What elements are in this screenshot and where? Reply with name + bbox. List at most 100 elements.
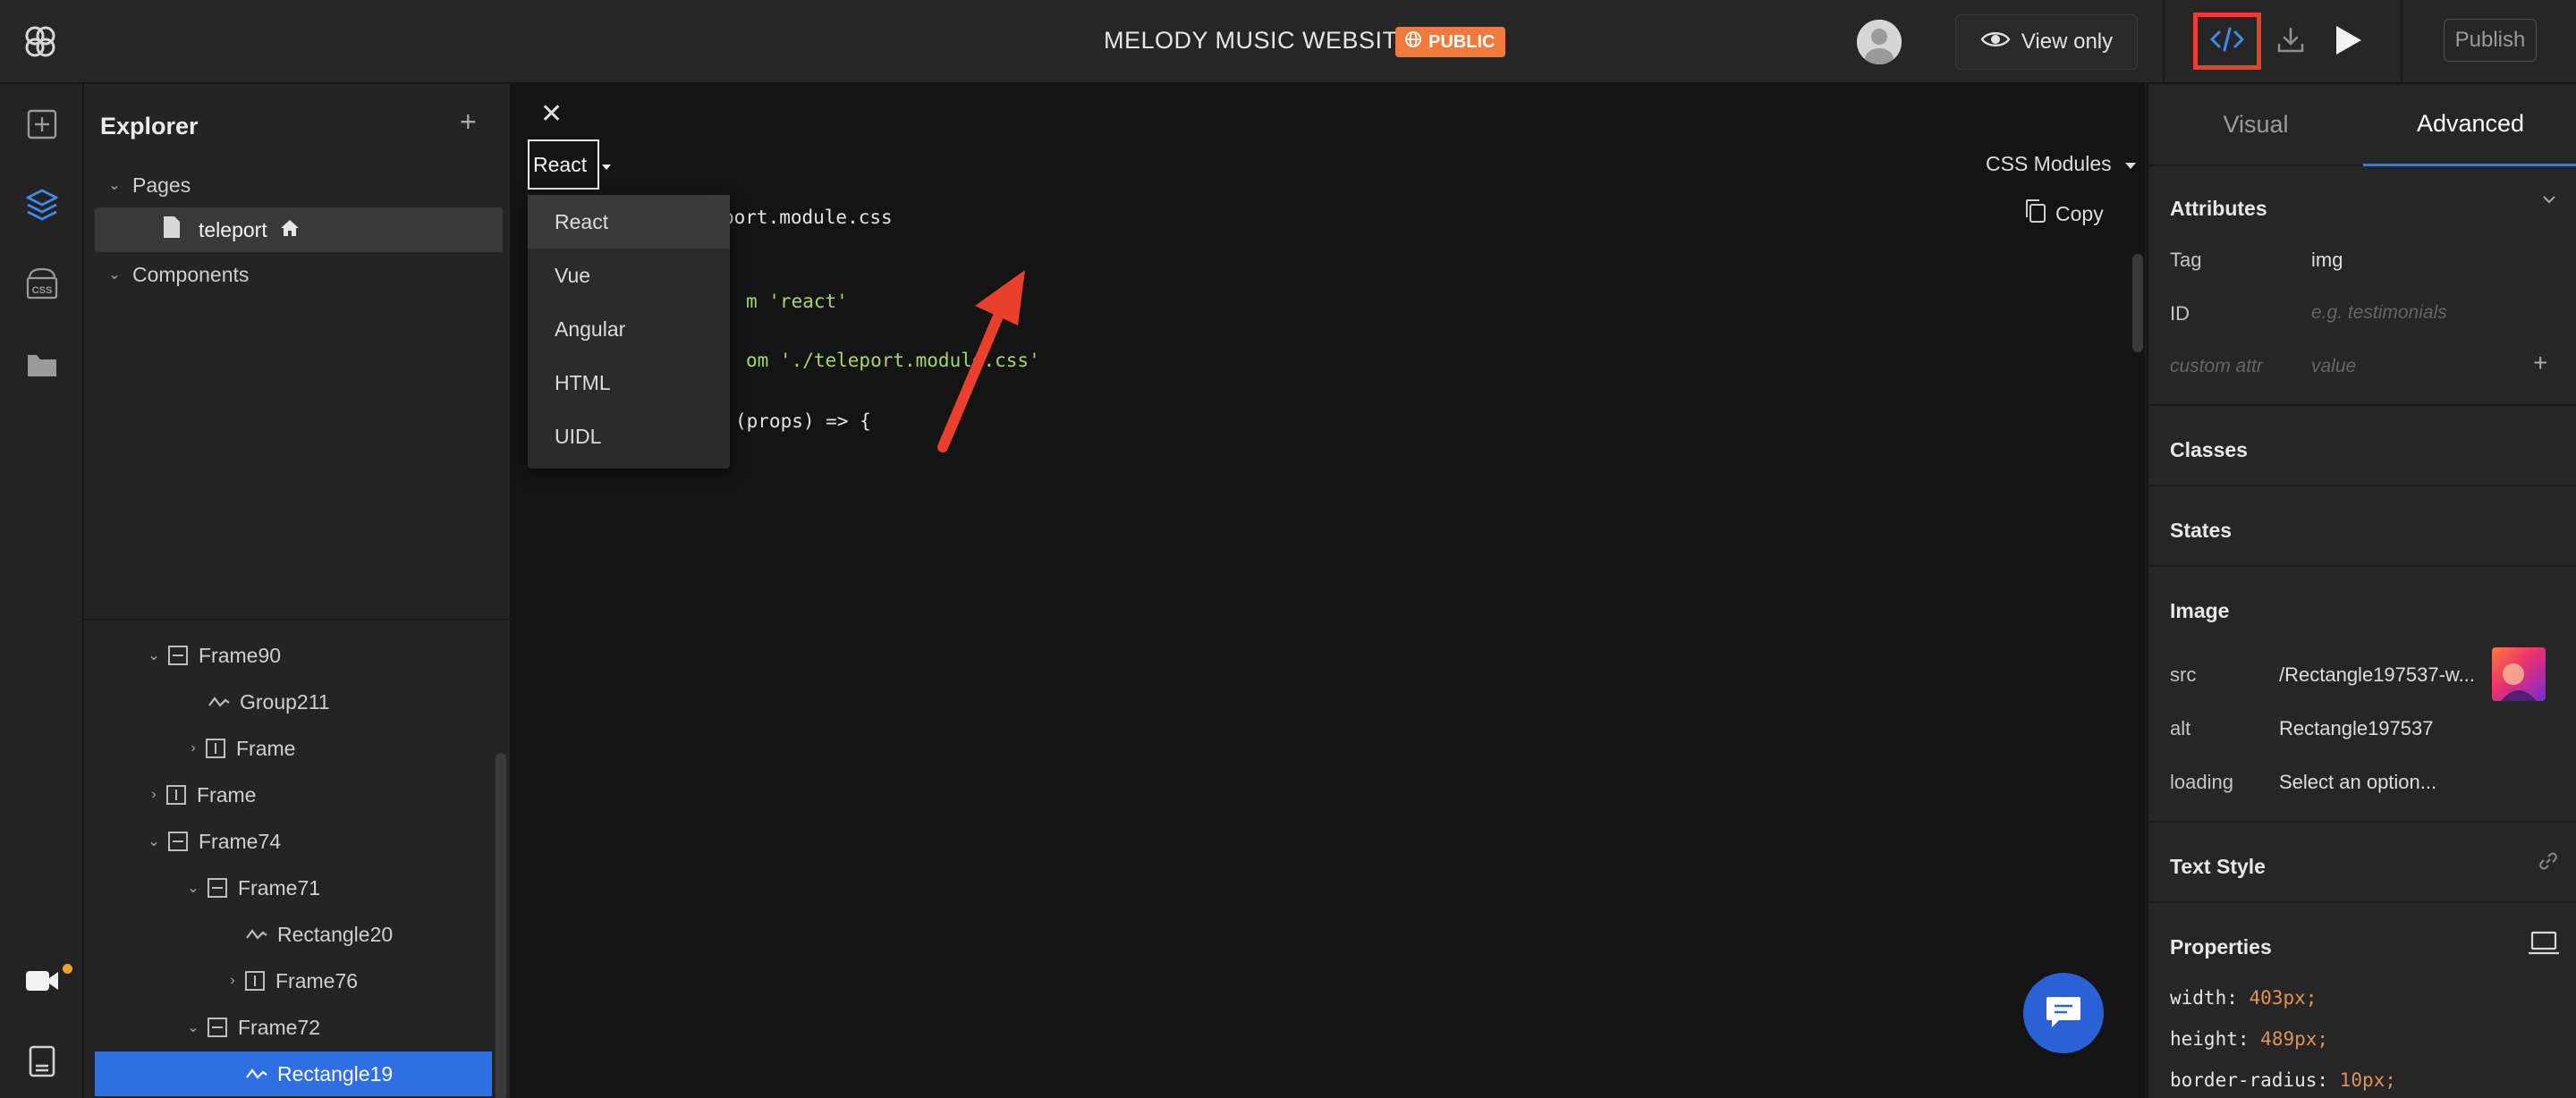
laptop-icon[interactable] xyxy=(2528,930,2560,961)
code-scrollbar[interactable] xyxy=(2132,254,2143,352)
layer-label: Group211 xyxy=(240,689,330,714)
css-mode-select[interactable]: CSS Modules xyxy=(1986,152,2137,176)
properties-section-title[interactable]: Properties xyxy=(2170,935,2272,959)
image-thumbnail[interactable] xyxy=(2492,647,2546,701)
user-avatar[interactable] xyxy=(1857,20,1902,64)
alt-label: alt xyxy=(2170,717,2191,739)
layer-item[interactable]: ⌄ Frame71 xyxy=(186,866,320,910)
copy-button[interactable]: Copy xyxy=(2023,198,2104,229)
download-button[interactable] xyxy=(2268,20,2313,64)
framework-option-react[interactable]: React xyxy=(528,195,730,249)
framework-option-vue[interactable]: Vue xyxy=(528,249,730,302)
svg-text:CSS: CSS xyxy=(32,285,53,296)
add-page-button[interactable]: + xyxy=(460,106,477,139)
annotation-arrow-icon xyxy=(937,270,1025,452)
public-badge[interactable]: PUBLIC xyxy=(1395,27,1506,57)
layer-label: Frame71 xyxy=(238,875,321,900)
section-divider xyxy=(2148,565,2576,567)
layer-label: Frame90 xyxy=(199,643,282,667)
explorer-divider xyxy=(84,619,512,621)
layer-item-selected[interactable]: Rectangle19 xyxy=(95,1052,492,1096)
layer-item[interactable]: › Frame xyxy=(147,773,256,817)
chevron-down-icon: ⌄ xyxy=(148,648,160,663)
layer-label: Frame xyxy=(236,736,296,760)
id-input[interactable]: e.g. testimonials xyxy=(2311,302,2447,324)
layer-item[interactable]: Rectangle20 xyxy=(245,912,393,957)
chevron-down-icon[interactable] xyxy=(2542,193,2556,209)
css-icon[interactable]: CSS xyxy=(21,263,63,304)
frame-icon xyxy=(166,785,186,805)
section-divider xyxy=(2148,901,2576,903)
chat-support-button[interactable] xyxy=(2023,973,2104,1053)
components-label: Components xyxy=(132,262,250,286)
folder-icon[interactable] xyxy=(21,345,63,386)
close-code-panel-button[interactable]: ✕ xyxy=(540,98,563,130)
view-only-button[interactable]: View only xyxy=(1955,14,2138,70)
custom-attr-value-input[interactable]: value xyxy=(2311,356,2356,377)
view-only-label: View only xyxy=(2021,30,2114,54)
attributes-section-title[interactable]: Attributes xyxy=(2170,197,2267,221)
section-divider xyxy=(2148,404,2576,406)
publish-button[interactable]: Publish xyxy=(2444,19,2537,62)
states-section-title[interactable]: States xyxy=(2170,519,2232,543)
framework-option-html[interactable]: HTML xyxy=(528,356,730,410)
css-property-row[interactable]: border-radius: 10px; xyxy=(2170,1069,2396,1091)
layer-item[interactable]: › Frame76 xyxy=(225,959,358,1003)
play-icon xyxy=(2333,24,2363,61)
framework-select[interactable]: React xyxy=(528,139,612,190)
link-icon[interactable] xyxy=(2538,851,2558,875)
pages-label: Pages xyxy=(132,173,191,197)
page-file-icon xyxy=(163,215,181,244)
text-style-section-title[interactable]: Text Style xyxy=(2170,855,2266,879)
layers-icon[interactable] xyxy=(21,184,63,225)
layer-label: Frame72 xyxy=(238,1015,321,1039)
code-line: port.module.css xyxy=(723,207,893,228)
video-camera-icon[interactable] xyxy=(21,960,63,1001)
explorer-scrollbar[interactable] xyxy=(496,753,506,1098)
layer-item[interactable]: Group211 xyxy=(208,680,330,724)
teleport-logo-icon[interactable] xyxy=(20,21,61,63)
alt-value[interactable]: Rectangle197537 xyxy=(2279,717,2433,740)
code-panel: ✕ CSS Modules Copy port.module.css m 're… xyxy=(512,84,2145,1098)
tab-advanced[interactable]: Advanced xyxy=(2363,84,2576,166)
framework-option-uidl[interactable]: UIDL xyxy=(528,410,730,463)
custom-attr-input[interactable]: custom attr xyxy=(2170,356,2263,377)
caret-down-icon xyxy=(601,153,612,177)
layer-item[interactable]: ⌄ Frame74 xyxy=(147,819,281,864)
src-value[interactable]: /Rectangle197537-w... xyxy=(2279,663,2475,687)
code-view-button[interactable] xyxy=(2193,13,2261,70)
loading-select[interactable]: Select an option... xyxy=(2279,771,2436,794)
code-line: m 'react' xyxy=(746,291,848,312)
tab-visual[interactable]: Visual xyxy=(2148,84,2363,166)
components-section-toggle[interactable]: ⌄ Components xyxy=(107,252,249,297)
layer-item[interactable]: › Frame xyxy=(186,726,295,771)
add-attribute-button[interactable]: + xyxy=(2533,349,2547,377)
layer-item[interactable]: ⌄ Frame72 xyxy=(186,1005,320,1050)
book-icon[interactable] xyxy=(21,1041,63,1082)
image-section-title[interactable]: Image xyxy=(2170,599,2229,623)
framework-select-label: React xyxy=(533,152,588,176)
frame-icon xyxy=(208,878,227,898)
eye-icon xyxy=(1980,30,2011,55)
framework-dropdown-menu: React Vue Angular HTML UIDL xyxy=(528,195,730,469)
layer-label: Frame74 xyxy=(199,829,282,853)
framework-option-angular[interactable]: Angular xyxy=(528,302,730,356)
chevron-down-icon: ⌄ xyxy=(108,178,121,193)
pages-section-toggle[interactable]: ⌄ Pages xyxy=(107,163,191,207)
loading-label: loading xyxy=(2170,771,2233,793)
add-element-icon[interactable] xyxy=(21,104,63,145)
top-bar: MELODY MUSIC WEBSITE PUBLIC View only Pu… xyxy=(0,0,2576,84)
layer-item[interactable]: ⌄ Frame90 xyxy=(147,633,281,678)
preview-play-button[interactable] xyxy=(2326,20,2370,64)
chevron-down-icon: ⌄ xyxy=(187,881,199,896)
css-property-row[interactable]: height: 489px; xyxy=(2170,1028,2328,1050)
css-property-row[interactable]: width: 403px; xyxy=(2170,987,2317,1009)
layer-label: Rectangle19 xyxy=(277,1061,394,1085)
classes-section-title[interactable]: Classes xyxy=(2170,438,2248,462)
code-line: (props) => { xyxy=(735,410,871,432)
page-item-teleport[interactable]: teleport xyxy=(95,207,503,252)
code-icon xyxy=(2209,25,2245,58)
chevron-right-icon: › xyxy=(230,973,235,988)
notification-dot xyxy=(63,964,72,974)
tag-value[interactable]: img xyxy=(2311,249,2343,272)
